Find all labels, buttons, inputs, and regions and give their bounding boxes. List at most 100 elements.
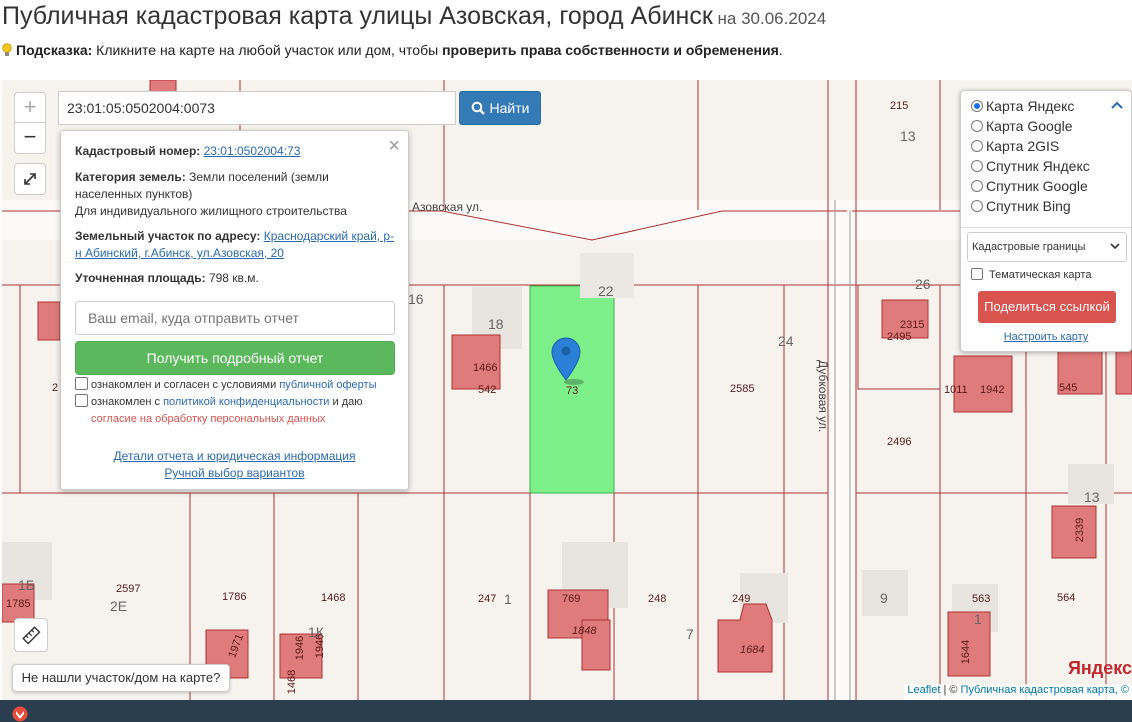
street-label-dubkovaya: Дубковая ул. — [816, 360, 830, 433]
parcel-info-popup: × Кадастровый номер: 23:01:0502004:73 Ка… — [60, 130, 409, 490]
parcel-label: 1785 — [6, 598, 31, 610]
radio-icon[interactable] — [971, 180, 983, 192]
parcel-label: 563 — [972, 593, 991, 605]
layer-option-yandex-map[interactable]: Карта Яндекс — [971, 96, 1074, 116]
radio-icon[interactable] — [971, 200, 983, 212]
configure-map-link[interactable]: Настроить карту — [1004, 331, 1089, 343]
thematic-map-row[interactable]: Тематическая карта — [971, 267, 1091, 283]
email-input[interactable] — [75, 301, 395, 335]
privacy-agreement-text: ознакомлен с — [91, 396, 164, 408]
block-label: 1Б — [18, 577, 35, 593]
parcel-label: 2 — [52, 382, 59, 394]
privacy-agreement-row: ознакомлен с политикой конфиденциальност… — [75, 394, 362, 410]
parcel-label: 2339 — [1074, 517, 1087, 543]
cadastral-map[interactable]: Азовская ул. Дубковая ул. 1466 542 73 25… — [2, 80, 1132, 700]
search-button-label: Найти — [489, 100, 530, 116]
parcel-label: 1786 — [222, 591, 247, 603]
parcel-label: 215 — [890, 100, 909, 112]
block-label: 2Е — [110, 598, 128, 614]
parcel-label: 2496 — [887, 436, 912, 448]
zoom-in-button[interactable]: + — [15, 93, 45, 123]
block-label: 9 — [880, 590, 888, 606]
layer-option-bing-satellite[interactable]: Спутник Bing — [971, 196, 1071, 216]
parcel-label: 1011 — [944, 384, 968, 396]
address-row: Земельный участок по адресу: Краснодарск… — [75, 228, 397, 262]
parcel-label: 1848 — [572, 625, 597, 637]
address-label: Земельный участок по адресу: — [75, 229, 261, 243]
zoom-out-button[interactable]: − — [15, 123, 45, 153]
cadastral-number-label: Кадастровый номер: — [75, 144, 201, 158]
overlay-select-value: Кадастровые границы — [972, 241, 1086, 253]
block-label: 24 — [778, 333, 794, 349]
chevron-up-icon[interactable] — [1111, 97, 1123, 113]
fullscreen-button[interactable] — [14, 163, 46, 195]
parcel-label: 247 — [478, 593, 497, 605]
lightbulb-icon — [2, 43, 12, 56]
parcel-label: 1946 — [294, 635, 307, 661]
zoom-control: + − — [14, 92, 46, 154]
layer-option-google-map[interactable]: Карта Google — [971, 116, 1073, 136]
radio-icon[interactable] — [971, 120, 983, 132]
yandex-logo: Яндекс — [1067, 658, 1132, 678]
area-value: 798 кв.м. — [208, 271, 259, 285]
hint: Подсказка: Кликните на карте на любой уч… — [2, 42, 783, 58]
personal-data-consent: согласие на обработку персональных данны… — [91, 413, 326, 425]
cadastral-source-link[interactable]: Публичная кадастровая карта, © — [961, 684, 1129, 696]
page-date-prefix: на — [712, 9, 742, 28]
page-date: 30.06.2024 — [741, 9, 827, 28]
land-category-label: Категория земель: — [75, 170, 186, 184]
leaflet-link[interactable]: Leaflet — [907, 684, 940, 696]
thematic-map-checkbox[interactable] — [971, 268, 983, 280]
block-label: 22 — [598, 283, 614, 299]
hint-text-before: Кликните на карте на любой участок или д… — [92, 42, 443, 58]
area-label: Уточненная площадь: — [75, 271, 206, 285]
parcel-label: 1466 — [473, 362, 498, 374]
parcel-label: 249 — [732, 593, 751, 605]
radio-icon[interactable] — [971, 160, 983, 172]
layer-option-2gis-map[interactable]: Карта 2GIS — [971, 136, 1059, 156]
parcel-label: 248 — [648, 593, 667, 605]
manual-selection-link[interactable]: Ручной выбор вариантов — [164, 466, 304, 480]
area-row: Уточненная площадь: 798 кв.м. — [75, 270, 397, 287]
land-category-row: Категория земель: Земли поселений (земли… — [75, 169, 397, 203]
cadastral-number-link[interactable]: 23:01:0502004:73 — [204, 144, 301, 158]
attribution-separator: | © — [940, 684, 961, 696]
radio-icon[interactable] — [971, 100, 983, 112]
land-usage: Для индивидуального жилищного строительс… — [75, 204, 347, 218]
block-label: 1 — [504, 591, 512, 607]
search-icon — [471, 101, 485, 115]
parcel-label: 1468 — [286, 669, 299, 695]
report-details-link[interactable]: Детали отчета и юридическая информация — [114, 449, 356, 463]
block-label: 7 — [686, 626, 694, 642]
cadastral-number-row: Кадастровый номер: 23:01:0502004:73 — [75, 143, 397, 160]
cadastral-search-input[interactable] — [58, 91, 456, 125]
search-button[interactable]: Найти — [459, 91, 541, 125]
street-label-azovskaya: Азовская ул. — [412, 200, 483, 214]
hint-text-after: . — [778, 42, 783, 58]
get-report-button[interactable]: Получить подробный отчет — [75, 341, 395, 375]
block-label: 18 — [488, 316, 504, 332]
ruler-icon — [22, 626, 41, 645]
ruler-button[interactable] — [14, 618, 48, 652]
overlay-select[interactable]: Кадастровые границы — [967, 232, 1127, 262]
parcel-label: 769 — [562, 593, 581, 605]
chevron-down-icon — [1110, 233, 1120, 273]
parcel-label: 2597 — [116, 583, 141, 595]
layer-option-google-satellite[interactable]: Спутник Google — [971, 176, 1088, 196]
privacy-agreement-checkbox[interactable] — [75, 394, 88, 407]
share-link-button[interactable]: Поделиться ссылкой — [978, 291, 1116, 323]
privacy-policy-link[interactable]: политикой конфиденциальности — [163, 396, 329, 408]
block-label: 13 — [900, 128, 916, 144]
parcel-label: 1684 — [740, 644, 765, 656]
privacy-agreement-mid: и даю — [329, 396, 363, 408]
block-label: 1К — [308, 624, 324, 640]
offer-link[interactable]: публичной оферты — [279, 379, 376, 391]
site-logo-icon — [12, 706, 28, 722]
parcel-label: 73 — [566, 385, 579, 397]
offer-agreement-checkbox[interactable] — [75, 377, 88, 390]
parcel-label: 2495 — [887, 331, 912, 343]
layer-option-yandex-satellite[interactable]: Спутник Яндекс — [971, 156, 1090, 176]
radio-icon[interactable] — [971, 140, 983, 152]
not-found-button[interactable]: Не нашли участок/дом на карте? — [12, 664, 230, 692]
parcel-label: 1942 — [980, 384, 1005, 396]
